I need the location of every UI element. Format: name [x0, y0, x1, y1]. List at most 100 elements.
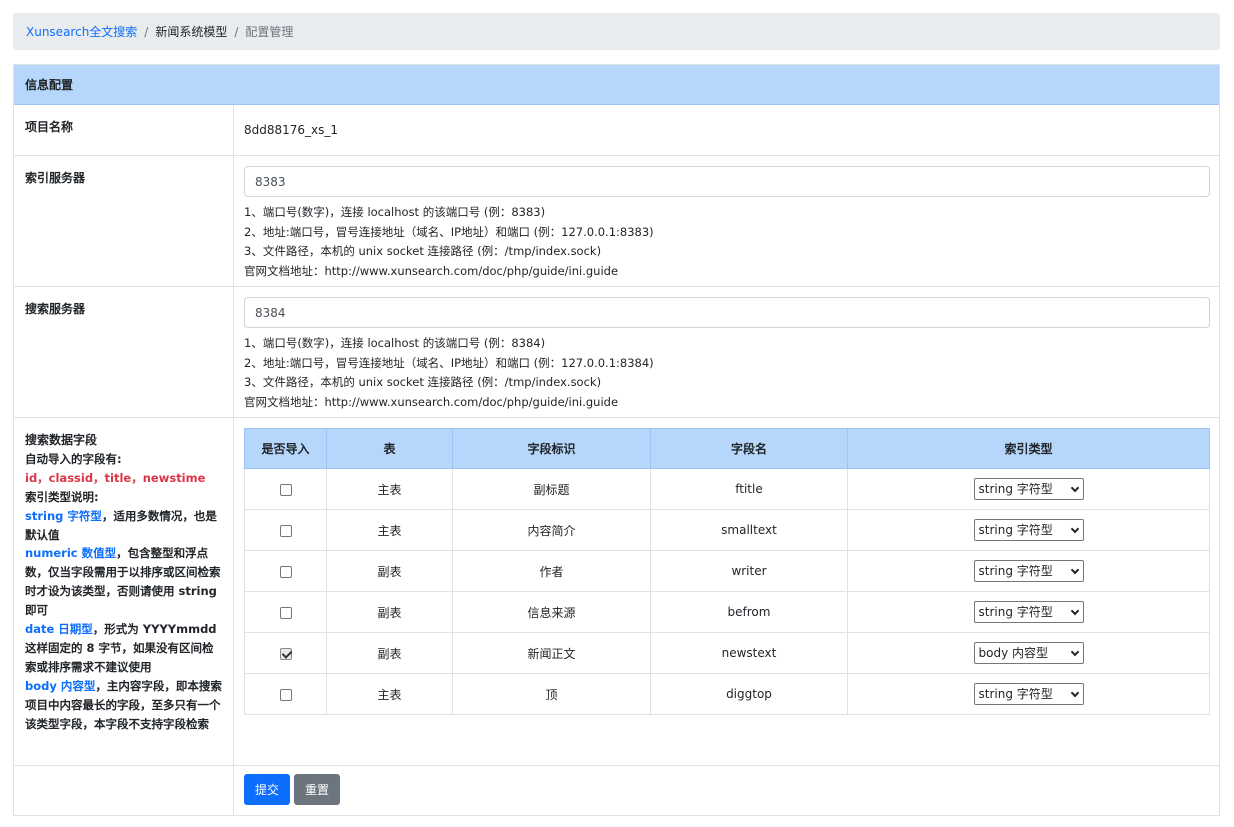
submit-button[interactable]: 提交 [244, 774, 290, 805]
chevron-down-icon [1070, 524, 1079, 534]
import-checkbox[interactable] [279, 524, 292, 537]
index-type-value: string 字符型 [978, 523, 1053, 537]
index-type-select[interactable]: body 内容型 [973, 642, 1084, 664]
project-name-value: 8dd88176_xs_1 [244, 123, 339, 137]
index-type-cell: string 字符型 [847, 673, 1210, 715]
config-panel: 信息配置 项目名称 8dd88176_xs_1 索引服务器 1、端口号(数字)，… [13, 64, 1220, 816]
field-name-cell: befrom [650, 591, 848, 633]
table-cell: 副表 [326, 591, 453, 633]
fields-description: 搜索数据字段 自动导入的字段有: id，classid，title，newsti… [14, 418, 234, 765]
table-cell: 主表 [326, 673, 453, 715]
fields-row: 搜索数据字段 自动导入的字段有: id，classid，title，newsti… [14, 418, 1219, 766]
header-field-id: 字段标识 [452, 428, 651, 469]
import-cell [244, 509, 327, 551]
index-type-value: string 字符型 [978, 605, 1053, 619]
search-server-label: 搜索服务器 [14, 287, 234, 417]
panel-title: 信息配置 [14, 65, 1219, 105]
index-type-value: string 字符型 [978, 687, 1053, 701]
index-type-select[interactable]: string 字符型 [973, 478, 1084, 500]
type-label: 索引类型说明: [25, 489, 99, 504]
index-type-select[interactable]: string 字符型 [973, 601, 1084, 623]
chevron-down-icon [1070, 688, 1079, 698]
reset-button[interactable]: 重置 [294, 774, 340, 805]
help-line: 1、端口号(数字)，连接 localhost 的该端口号 (例：8384) [244, 336, 546, 350]
header-index-type: 索引类型 [847, 428, 1210, 469]
field-row: 副表 作者 writer string 字符型 [244, 550, 1210, 592]
chevron-down-icon [1070, 647, 1079, 657]
auto-fields-label: 自动导入的字段有: [25, 451, 122, 466]
breadcrumb-home-link[interactable]: Xunsearch全文搜索 [26, 23, 137, 40]
index-server-label: 索引服务器 [14, 156, 234, 286]
fields-title: 搜索数据字段 [25, 433, 98, 447]
index-type-value: body 内容型 [978, 646, 1049, 660]
type-string-term: string 字符型 [25, 508, 102, 523]
breadcrumb-current: 配置管理 [245, 25, 294, 39]
field-name-cell: ftitle [650, 468, 848, 510]
index-type-select[interactable]: string 字符型 [973, 519, 1084, 541]
search-server-input[interactable] [244, 297, 1210, 328]
field-id-cell: 内容简介 [452, 509, 651, 551]
actions-label-cell [14, 766, 234, 816]
index-type-select[interactable]: string 字符型 [973, 560, 1084, 582]
type-date-term: date 日期型 [25, 622, 93, 637]
search-server-row: 搜索服务器 1、端口号(数字)，连接 localhost 的该端口号 (例：83… [14, 287, 1219, 418]
actions-row: 提交 重置 [14, 766, 1219, 816]
import-checkbox[interactable] [279, 688, 292, 701]
import-checkbox[interactable] [279, 647, 292, 660]
field-row: 主表 副标题 ftitle string 字符型 [244, 468, 1210, 510]
help-line: 官网文档地址：http://www.xunsearch.com/doc/php/… [244, 394, 619, 409]
help-line: 2、地址:端口号，冒号连接地址（域名、IP地址）和端口 (例：127.0.0.1… [244, 224, 654, 239]
import-checkbox[interactable] [279, 483, 292, 496]
field-row: 主表 内容简介 smalltext string 字符型 [244, 509, 1210, 551]
import-checkbox[interactable] [279, 606, 292, 619]
import-cell [244, 468, 327, 510]
index-type-cell: string 字符型 [847, 591, 1210, 633]
field-name-cell: newstext [650, 632, 848, 674]
project-name-label: 项目名称 [14, 105, 234, 155]
field-row: 副表 信息来源 befrom string 字符型 [244, 591, 1210, 633]
index-server-input[interactable] [244, 166, 1210, 197]
index-type-select[interactable]: string 字符型 [973, 683, 1084, 705]
header-import: 是否导入 [244, 428, 327, 469]
chevron-down-icon [1070, 565, 1079, 575]
breadcrumb: Xunsearch全文搜索 / 新闻系统模型 / 配置管理 [13, 13, 1220, 50]
breadcrumb-separator: / [234, 24, 239, 39]
field-id-cell: 作者 [452, 550, 651, 592]
chevron-down-icon [1070, 483, 1079, 493]
help-line: 3、文件路径，本机的 unix socket 连接路径 (例：/tmp/inde… [244, 244, 602, 258]
chevron-down-icon [1070, 606, 1079, 616]
field-name-cell: writer [650, 550, 848, 592]
type-body-desc: body 内容型，主内容字段，即本搜索项目中内容最长的字段，至多只有一个该类型字… [25, 678, 222, 731]
field-id-cell: 信息来源 [452, 591, 651, 633]
field-id-cell: 顶 [452, 673, 651, 715]
import-cell [244, 591, 327, 633]
auto-fields-list: id，classid，title，newstime [25, 470, 206, 485]
import-cell [244, 550, 327, 592]
help-line: 2、地址:端口号，冒号连接地址（域名、IP地址）和端口 (例：127.0.0.1… [244, 355, 654, 370]
type-date-desc: date 日期型，形式为 YYYYmmdd 这样固定的 8 字节，如果没有区间检… [25, 622, 217, 674]
breadcrumb-model: 新闻系统模型 [155, 25, 228, 39]
help-line: 3、文件路径，本机的 unix socket 连接路径 (例：/tmp/inde… [244, 375, 602, 389]
type-numeric-desc: numeric 数值型，包含整型和浮点数，仅当字段需用于以排序或区间检索时才设为… [25, 546, 221, 618]
header-field-name: 字段名 [650, 428, 848, 469]
table-cell: 主表 [326, 509, 453, 551]
index-type-cell: string 字符型 [847, 509, 1210, 551]
help-line: 1、端口号(数字)，连接 localhost 的该端口号 (例：8383) [244, 205, 546, 219]
field-row: 副表 新闻正文 newstext body 内容型 [244, 632, 1210, 674]
type-body-term: body 内容型 [25, 678, 96, 693]
field-row: 主表顶 diggtop string 字符型 [244, 673, 1210, 715]
table-cell: 主表 [326, 468, 453, 510]
type-string-desc: string 字符型，适用多数情况，也是默认值 [25, 508, 217, 542]
project-name-row: 项目名称 8dd88176_xs_1 [14, 105, 1219, 156]
field-id-cell: 新闻正文 [452, 632, 651, 674]
breadcrumb-separator: / [144, 24, 149, 39]
table-cell: 副表 [326, 632, 453, 674]
index-type-cell: string 字符型 [847, 468, 1210, 510]
search-server-help: 1、端口号(数字)，连接 localhost 的该端口号 (例：8384) 2、… [244, 334, 1209, 412]
type-numeric-term: numeric 数值型 [25, 546, 117, 561]
import-cell [244, 632, 327, 674]
index-type-cell: string 字符型 [847, 550, 1210, 592]
field-id-cell: 副标题 [452, 468, 651, 510]
header-table: 表 [326, 428, 453, 469]
import-checkbox[interactable] [279, 565, 292, 578]
